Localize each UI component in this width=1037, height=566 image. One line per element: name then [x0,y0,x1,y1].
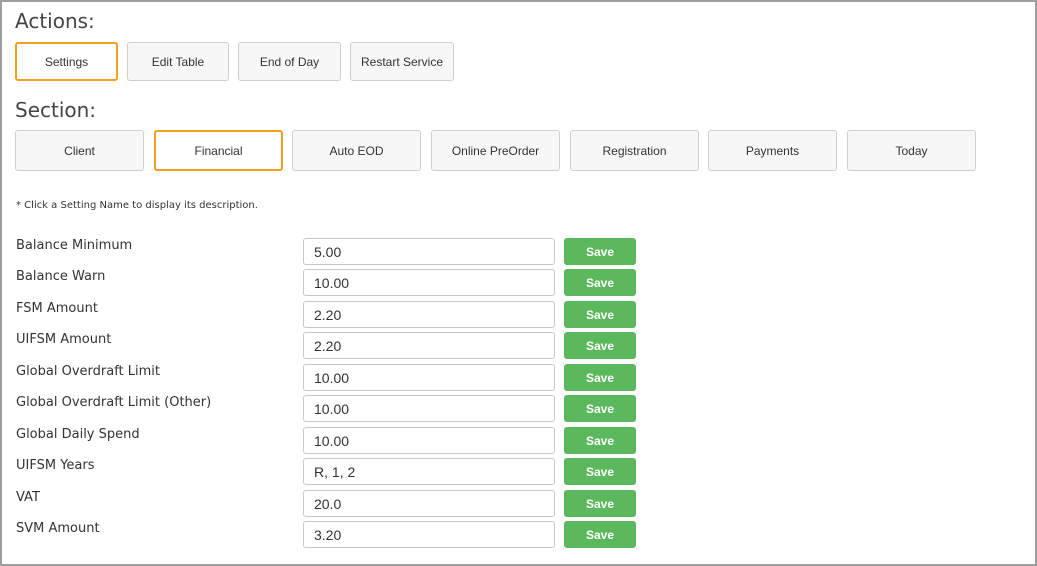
balance-minimum-input[interactable] [303,238,555,265]
global-overdraft-limit-other-save-button[interactable]: Save [564,395,636,422]
vat-input[interactable] [303,490,555,517]
vat-save-button[interactable]: Save [564,490,636,517]
help-note: * Click a Setting Name to display its de… [16,200,258,211]
setting-name-uifsm-amount[interactable]: UIFSM Amount [16,332,111,347]
global-daily-spend-input[interactable] [303,427,555,454]
settings-panel: Actions: Settings Edit Table End of Day … [0,0,1037,566]
global-overdraft-limit-save-button[interactable]: Save [564,364,636,391]
setting-name-balance-minimum[interactable]: Balance Minimum [16,238,132,253]
setting-row: Global Overdraft Limit (Other) Save [2,395,702,425]
tab-online-preorder[interactable]: Online PreOrder [431,130,560,171]
balance-warn-input[interactable] [303,269,555,296]
svm-amount-save-button[interactable]: Save [564,521,636,548]
setting-row: SVM Amount Save [2,521,702,551]
setting-name-vat[interactable]: VAT [16,490,40,505]
setting-row: VAT Save [2,490,702,520]
setting-row: Balance Warn Save [2,269,702,299]
section-heading: Section: [15,98,97,122]
actions-heading: Actions: [15,9,95,33]
tab-financial[interactable]: Financial [154,130,283,171]
uifsm-amount-input[interactable] [303,332,555,359]
balance-warn-save-button[interactable]: Save [564,269,636,296]
uifsm-amount-save-button[interactable]: Save [564,332,636,359]
setting-name-global-daily-spend[interactable]: Global Daily Spend [16,427,140,442]
end-of-day-button[interactable]: End of Day [238,42,341,81]
uifsm-years-input[interactable] [303,458,555,485]
global-overdraft-limit-other-input[interactable] [303,395,555,422]
tab-client[interactable]: Client [15,130,144,171]
setting-name-global-overdraft-limit[interactable]: Global Overdraft Limit [16,364,160,379]
setting-name-fsm-amount[interactable]: FSM Amount [16,301,98,316]
tab-today[interactable]: Today [847,130,976,171]
setting-name-global-overdraft-limit-other[interactable]: Global Overdraft Limit (Other) [16,395,211,410]
setting-name-uifsm-years[interactable]: UIFSM Years [16,458,95,473]
setting-row: Balance Minimum Save [2,238,702,268]
fsm-amount-input[interactable] [303,301,555,328]
edit-table-button[interactable]: Edit Table [127,42,229,81]
setting-row: FSM Amount Save [2,301,702,331]
restart-service-button[interactable]: Restart Service [350,42,454,81]
fsm-amount-save-button[interactable]: Save [564,301,636,328]
settings-button[interactable]: Settings [15,42,118,81]
tab-payments[interactable]: Payments [708,130,837,171]
tab-registration[interactable]: Registration [570,130,699,171]
balance-minimum-save-button[interactable]: Save [564,238,636,265]
global-overdraft-limit-input[interactable] [303,364,555,391]
setting-row: UIFSM Amount Save [2,332,702,362]
tab-auto-eod[interactable]: Auto EOD [292,130,421,171]
setting-name-svm-amount[interactable]: SVM Amount [16,521,100,536]
svm-amount-input[interactable] [303,521,555,548]
setting-row: Global Overdraft Limit Save [2,364,702,394]
global-daily-spend-save-button[interactable]: Save [564,427,636,454]
setting-name-balance-warn[interactable]: Balance Warn [16,269,105,284]
setting-row: Global Daily Spend Save [2,427,702,457]
setting-row: UIFSM Years Save [2,458,702,488]
uifsm-years-save-button[interactable]: Save [564,458,636,485]
